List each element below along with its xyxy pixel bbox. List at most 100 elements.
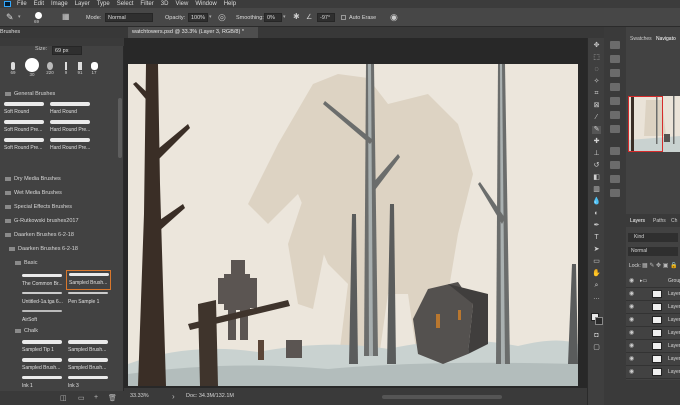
frame-tool-icon[interactable]: ⊠: [592, 102, 601, 110]
visibility-eye-icon[interactable]: ◉: [629, 330, 635, 336]
move-tool-icon[interactable]: ✥: [592, 42, 601, 50]
hand-tool-icon[interactable]: ✋: [592, 270, 601, 278]
brush-sampled-tip-1[interactable]: Sampled Tip 1: [20, 338, 65, 356]
brush-ink-1[interactable]: Ink 1: [20, 374, 65, 392]
brush-sampled-chalk-1[interactable]: Sampled Brush...: [66, 338, 111, 356]
color-panel-icon[interactable]: [610, 83, 620, 91]
visibility-eye-icon[interactable]: ◉: [629, 304, 635, 310]
quick-mask-icon[interactable]: ◘: [592, 332, 601, 340]
brushes-panel-title[interactable]: Brushes: [0, 29, 20, 35]
brush-sampled-chalk-3[interactable]: Sampled Brush...: [66, 356, 111, 374]
opacity-input[interactable]: 100%: [188, 13, 208, 22]
quick-select-tool-icon[interactable]: ✧: [592, 78, 601, 86]
menu-image[interactable]: Image: [51, 0, 68, 8]
group-chalk[interactable]: Chalk: [0, 326, 118, 336]
brush-airsoft[interactable]: AirSoft: [20, 308, 65, 326]
screen-mode-icon[interactable]: ▢: [592, 344, 601, 352]
libraries-panel-icon[interactable]: [610, 97, 620, 105]
navigator-thumbnail[interactable]: [628, 96, 680, 152]
path-select-tool-icon[interactable]: ➤: [592, 246, 601, 254]
menu-layer[interactable]: Layer: [75, 0, 90, 8]
more-tools-icon[interactable]: …: [592, 294, 601, 302]
group-special-effects[interactable]: Special Effects Brushes: [0, 202, 118, 212]
visibility-eye-icon[interactable]: ◉: [629, 291, 635, 297]
layer-row[interactable]: ◉Layer 1: [626, 340, 680, 353]
history-brush-tool-icon[interactable]: ↺: [592, 162, 601, 170]
brush-tool-active-icon[interactable]: ✎: [592, 126, 601, 134]
type-tool-icon[interactable]: T: [592, 234, 601, 242]
visibility-eye-icon[interactable]: ◉: [629, 343, 635, 349]
layer-row[interactable]: ◉Layer 1: [626, 327, 680, 340]
brush-soft-round-pressure-2[interactable]: Soft Round Pre...: [2, 136, 47, 154]
menu-filter[interactable]: Filter: [140, 0, 153, 8]
actions-panel-icon[interactable]: [610, 175, 620, 183]
visibility-eye-icon[interactable]: ◉: [629, 278, 635, 284]
pressure-size-icon[interactable]: ◉: [390, 12, 398, 23]
group-dry-media[interactable]: Dry Media Brushes: [0, 174, 118, 184]
brush-size-input[interactable]: 69 px: [52, 46, 82, 55]
brush-preset-picker[interactable]: 69: [27, 11, 49, 24]
healing-tool-icon[interactable]: ✚: [592, 138, 601, 146]
character-panel-icon[interactable]: [610, 111, 620, 119]
menu-file[interactable]: File: [17, 0, 27, 8]
preset-brush-3[interactable]: 220: [44, 62, 56, 75]
artwork-canvas[interactable]: [128, 64, 578, 386]
tab-channels[interactable]: Ch: [671, 218, 677, 224]
new-brush-icon[interactable]: +: [94, 394, 98, 401]
group-daarken-1[interactable]: Daarken Brushes 6-2-18: [0, 230, 118, 240]
brushes-scrollbar[interactable]: [118, 98, 122, 158]
lasso-tool-icon[interactable]: ◌: [592, 66, 601, 74]
trash-icon[interactable]: 🗑: [108, 394, 117, 402]
eraser-tool-icon[interactable]: ◧: [592, 174, 601, 182]
tab-navigator[interactable]: Navigato: [656, 36, 676, 42]
brush-sampled-selected[interactable]: Sampled Brush...: [66, 270, 111, 290]
preset-brush-4[interactable]: 9: [60, 62, 72, 75]
pressure-opacity-icon[interactable]: ◎: [218, 12, 226, 23]
layer-kind-filter[interactable]: Kind: [628, 233, 678, 242]
group-basic[interactable]: Basic: [0, 258, 118, 268]
info-panel-icon[interactable]: [610, 189, 620, 197]
tab-swatches[interactable]: Swatches: [630, 36, 652, 42]
menu-view[interactable]: View: [175, 0, 188, 8]
menu-select[interactable]: Select: [117, 0, 134, 8]
menu-window[interactable]: Window: [195, 0, 216, 8]
preset-brush-6[interactable]: 17: [88, 62, 100, 75]
photoshop-logo-icon[interactable]: [4, 1, 11, 7]
brush-hard-round-pressure-1[interactable]: Hard Round Pre...: [48, 118, 93, 136]
tab-layers[interactable]: Layers: [630, 218, 645, 224]
brush-tool-icon[interactable]: ✎: [6, 12, 14, 23]
brush-hard-round-pressure-2[interactable]: Hard Round Pre...: [48, 136, 93, 154]
brush-pen-sample[interactable]: Pen Sample 1: [66, 290, 111, 308]
marquee-tool-icon[interactable]: ⬚: [592, 54, 601, 62]
brush-soft-round[interactable]: Soft Round: [2, 100, 47, 118]
layer-row-group-1[interactable]: ◉▸▭Group 1: [626, 275, 680, 288]
menu-edit[interactable]: Edit: [34, 0, 44, 8]
tab-paths[interactable]: Paths: [653, 218, 666, 224]
new-group-icon[interactable]: ▭: [78, 394, 85, 402]
layer-row[interactable]: ◉ Layer: [626, 288, 680, 301]
layer-row[interactable]: ◉Layer 6: [626, 366, 680, 379]
brush-settings-icon[interactable]: ▦: [62, 12, 70, 21]
visibility-eye-icon[interactable]: ◉: [629, 356, 635, 362]
zoom-level[interactable]: 33.33%: [130, 388, 149, 405]
brush-soft-round-pressure-1[interactable]: Soft Round Pre...: [2, 118, 47, 136]
crop-tool-icon[interactable]: ⌗: [592, 90, 601, 98]
document-tab[interactable]: watchtowers.psd @ 33.3% (Layer 3, RGB/8)…: [128, 27, 258, 38]
preset-brush-1[interactable]: 69: [8, 62, 18, 75]
menu-3d[interactable]: 3D: [161, 0, 169, 8]
eyedropper-tool-icon[interactable]: ⁄: [592, 114, 601, 122]
dodge-tool-icon[interactable]: ◐: [592, 210, 601, 218]
group-rutkowski[interactable]: G-Rutkowski brushes2017: [0, 216, 118, 226]
brush-ink-3[interactable]: Ink 3: [66, 374, 111, 392]
menu-help[interactable]: Help: [224, 0, 236, 8]
shape-tool-icon[interactable]: ▭: [592, 258, 601, 266]
gradient-tool-icon[interactable]: ▥: [592, 186, 601, 194]
mode-select[interactable]: Normal: [105, 13, 153, 22]
smoothing-dropdown-icon[interactable]: ▾: [283, 14, 286, 20]
blur-tool-icon[interactable]: 💧: [592, 198, 601, 206]
paragraph-panel-icon[interactable]: [610, 125, 620, 133]
gear-icon[interactable]: ✱: [293, 12, 300, 21]
brush-sampled-chalk-2[interactable]: Sampled Brush...: [20, 356, 65, 374]
clone-source-panel-icon[interactable]: [610, 161, 620, 169]
lock-icons[interactable]: ▦ ✎ ✥ ▣ 🔒: [642, 262, 678, 269]
